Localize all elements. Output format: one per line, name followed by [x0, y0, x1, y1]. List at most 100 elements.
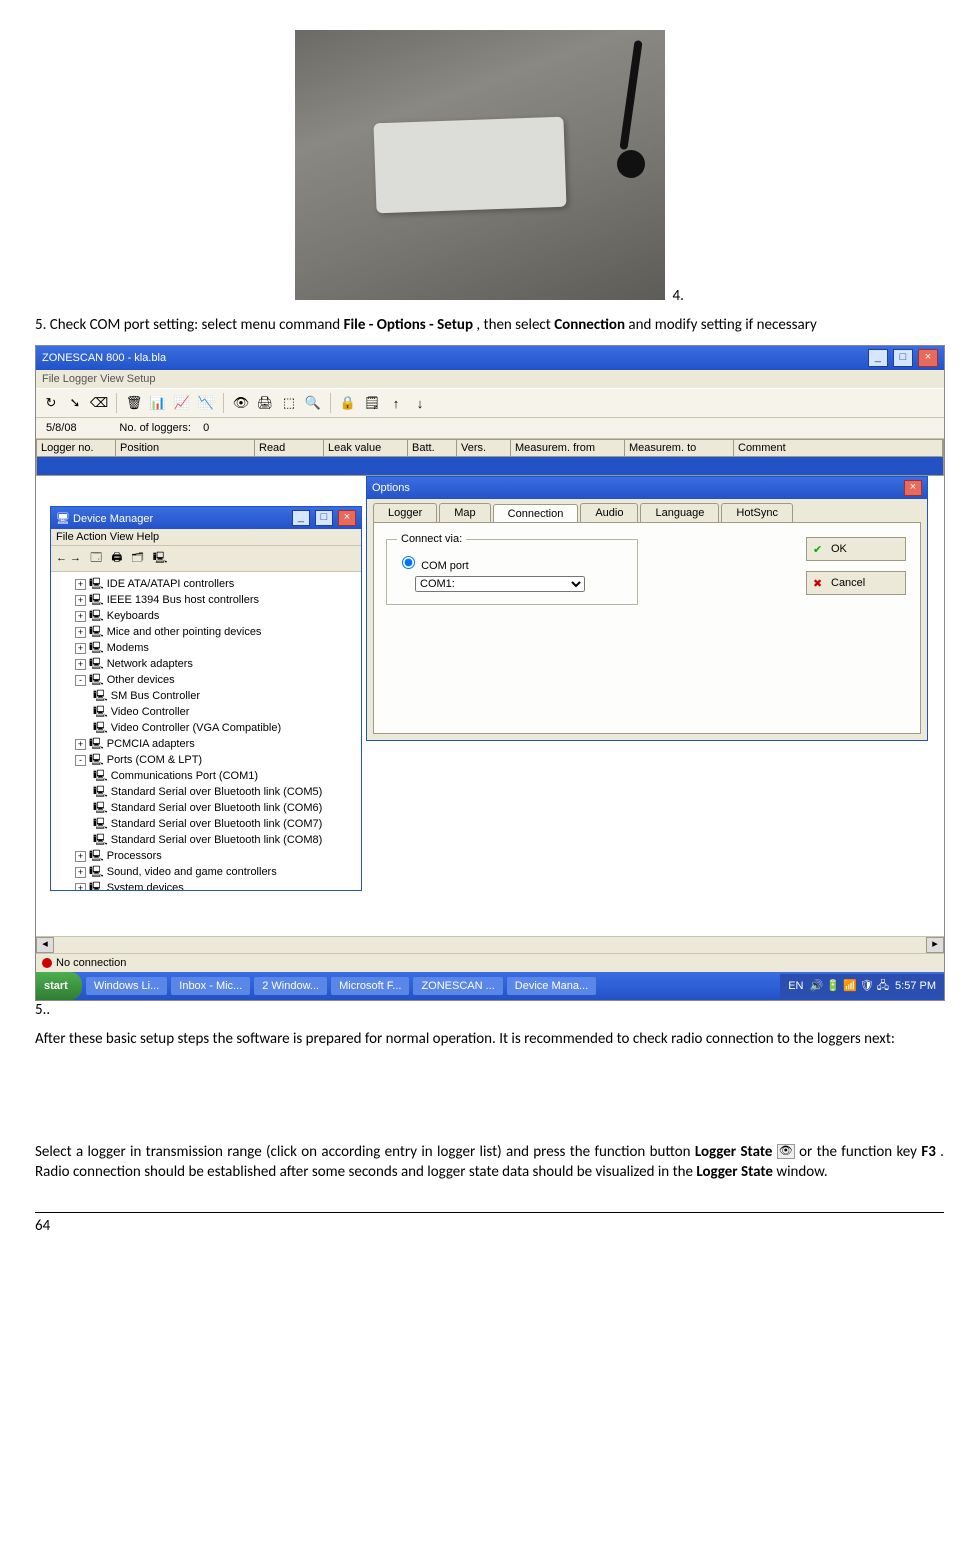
tree-node[interactable]: 🖳 Standard Serial over Bluetooth link (C…: [57, 800, 355, 816]
ls-p2: or the function key: [799, 1143, 921, 1161]
col-header[interactable]: Comment: [734, 440, 943, 456]
toolbar-icon[interactable]: ↑: [387, 394, 405, 412]
tree-node[interactable]: +🖳 Processors: [57, 848, 355, 864]
col-header[interactable]: Measurem. to: [625, 440, 734, 456]
toolbar-icon[interactable]: 🗒: [363, 394, 381, 412]
tree-node[interactable]: +🖳 Network adapters: [57, 656, 355, 672]
ls-p1: Select a logger in transmission range (c…: [35, 1143, 695, 1161]
options-tab[interactable]: Map: [439, 503, 490, 522]
app-title: ZONESCAN 800 - kla.bla: [42, 352, 166, 364]
tree-node[interactable]: -🖳 Other devices: [57, 672, 355, 688]
horizontal-scrollbar[interactable]: ◂ ▸: [36, 936, 944, 953]
screenshot-caption: 5..: [35, 1001, 944, 1019]
col-header[interactable]: Measurem. from: [511, 440, 625, 456]
tree-node[interactable]: +🖳 Modems: [57, 640, 355, 656]
devmgr-toolbar: ← → 🗔 🖨 🗂 🖳: [51, 546, 361, 572]
comport-radio-label[interactable]: COM port: [397, 560, 469, 572]
devmgr-maximize[interactable]: □: [315, 510, 333, 526]
toolbar-icon[interactable]: ↓: [411, 394, 429, 412]
tree-node[interactable]: +🖳 IEEE 1394 Bus host controllers: [57, 592, 355, 608]
options-tab[interactable]: Audio: [580, 503, 638, 522]
tree-node[interactable]: +🖳 PCMCIA adapters: [57, 736, 355, 752]
close-button[interactable]: ×: [918, 349, 938, 367]
toolbar-icon[interactable]: ➘: [66, 394, 84, 412]
comport-select[interactable]: COM1:: [415, 576, 585, 592]
options-title: Options: [372, 482, 410, 494]
col-header[interactable]: Batt.: [408, 440, 457, 456]
taskbar-item[interactable]: ZONESCAN ...: [413, 977, 502, 995]
devmgr-menu[interactable]: File Action View Help: [51, 529, 361, 546]
clock: 5:57 PM: [895, 980, 936, 992]
devmgr-minimize[interactable]: _: [292, 510, 310, 526]
tree-node[interactable]: +🖳 Mice and other pointing devices: [57, 624, 355, 640]
toolbar-separator: [330, 393, 331, 413]
device-manager-window: 🖥 Device Manager _ □ × File Action View …: [50, 506, 362, 891]
col-header[interactable]: Read: [255, 440, 324, 456]
toolbar-icon[interactable]: 🔍: [304, 394, 322, 412]
tree-node[interactable]: +🖳 IDE ATA/ATAPI controllers: [57, 576, 355, 592]
tree-node[interactable]: +🖳 System devices: [57, 880, 355, 890]
ok-button[interactable]: OK: [806, 537, 906, 561]
menu-bar[interactable]: File Logger View Setup: [36, 370, 944, 388]
options-tab[interactable]: Connection: [493, 504, 579, 523]
tree-node[interactable]: +🖳 Sound, video and game controllers: [57, 864, 355, 880]
options-close[interactable]: ×: [904, 480, 922, 496]
col-header[interactable]: Logger no.: [37, 440, 116, 456]
toolbar-icon[interactable]: 👁: [232, 394, 250, 412]
toolbar-icon[interactable]: 🔒: [339, 394, 357, 412]
tree-node[interactable]: 🖳 Communications Port (COM1): [57, 768, 355, 784]
status-text: No connection: [56, 957, 126, 969]
tree-node[interactable]: 🖳 Standard Serial over Bluetooth link (C…: [57, 816, 355, 832]
tree-node[interactable]: 🖳 Standard Serial over Bluetooth link (C…: [57, 832, 355, 848]
col-header[interactable]: Vers.: [457, 440, 511, 456]
tree-node[interactable]: 🖳 SM Bus Controller: [57, 688, 355, 704]
col-header[interactable]: Position: [116, 440, 255, 456]
minimize-button[interactable]: _: [868, 349, 888, 367]
ls-p4: window.: [776, 1163, 827, 1181]
ls-b1: Logger State: [695, 1143, 773, 1161]
col-header[interactable]: Leak value: [324, 440, 408, 456]
toolbar-icon[interactable]: 📉: [197, 394, 215, 412]
toolbar-icon[interactable]: 🗑: [125, 394, 143, 412]
tree-node[interactable]: 🖳 Video Controller: [57, 704, 355, 720]
scroll-left-arrow[interactable]: ◂: [36, 937, 54, 953]
page-number: 64: [35, 1217, 50, 1235]
comport-radio[interactable]: [402, 556, 415, 569]
options-tab[interactable]: Language: [640, 503, 719, 522]
grid-selected-row[interactable]: [36, 457, 944, 476]
options-tab[interactable]: Logger: [373, 503, 437, 522]
devmgr-title: Device Manager: [73, 513, 153, 525]
start-button[interactable]: start: [36, 972, 82, 1000]
scroll-right-arrow[interactable]: ▸: [926, 937, 944, 953]
step5-prefix: 5. Check COM port setting: select menu c…: [35, 316, 344, 334]
toolbar-icon[interactable]: ↻: [42, 394, 60, 412]
tree-node[interactable]: 🖳 Video Controller (VGA Compatible): [57, 720, 355, 736]
toolbar-icon[interactable]: 📈: [173, 394, 191, 412]
toolbar-icon[interactable]: 🖨: [256, 394, 274, 412]
options-tab[interactable]: HotSync: [721, 503, 793, 522]
taskbar-item[interactable]: Windows Li...: [86, 977, 167, 995]
lang-indicator: EN: [788, 980, 803, 992]
taskbar-item[interactable]: Microsoft F...: [331, 977, 409, 995]
tree-node[interactable]: +🖳 Keyboards: [57, 608, 355, 624]
devmgr-close[interactable]: ×: [338, 510, 356, 526]
toolbar-icon[interactable]: 📊: [149, 394, 167, 412]
system-tray[interactable]: EN 🔊 🔋 📶 🛡 🖧 5:57 PM: [780, 974, 944, 999]
tray-icons: 🔊 🔋 📶 🛡 🖧: [809, 977, 889, 996]
tree-node[interactable]: 🖳 Standard Serial over Bluetooth link (C…: [57, 784, 355, 800]
maximize-button[interactable]: □: [893, 349, 913, 367]
taskbar-item[interactable]: Inbox - Mic...: [171, 977, 250, 995]
taskbar-item[interactable]: 2 Window...: [254, 977, 327, 995]
taskbar-item[interactable]: Device Mana...: [507, 977, 596, 995]
devmgr-tree[interactable]: +🖳 IDE ATA/ATAPI controllers+🖳 IEEE 1394…: [51, 572, 361, 890]
options-buttons: OK Cancel: [806, 537, 906, 595]
connect-via-group: Connect via: COM port COM1:: [386, 533, 638, 605]
info-bar: 5/8/08 No. of loggers: 0: [36, 418, 944, 439]
ls-b3: Logger State: [696, 1163, 773, 1181]
info-loggers-label: No. of loggers:: [119, 422, 191, 434]
step5-connection: Connection: [554, 316, 625, 334]
tree-node[interactable]: -🖳 Ports (COM & LPT): [57, 752, 355, 768]
cancel-button[interactable]: Cancel: [806, 571, 906, 595]
toolbar-icon[interactable]: ⌫: [90, 394, 108, 412]
toolbar-icon[interactable]: ⬚: [280, 394, 298, 412]
